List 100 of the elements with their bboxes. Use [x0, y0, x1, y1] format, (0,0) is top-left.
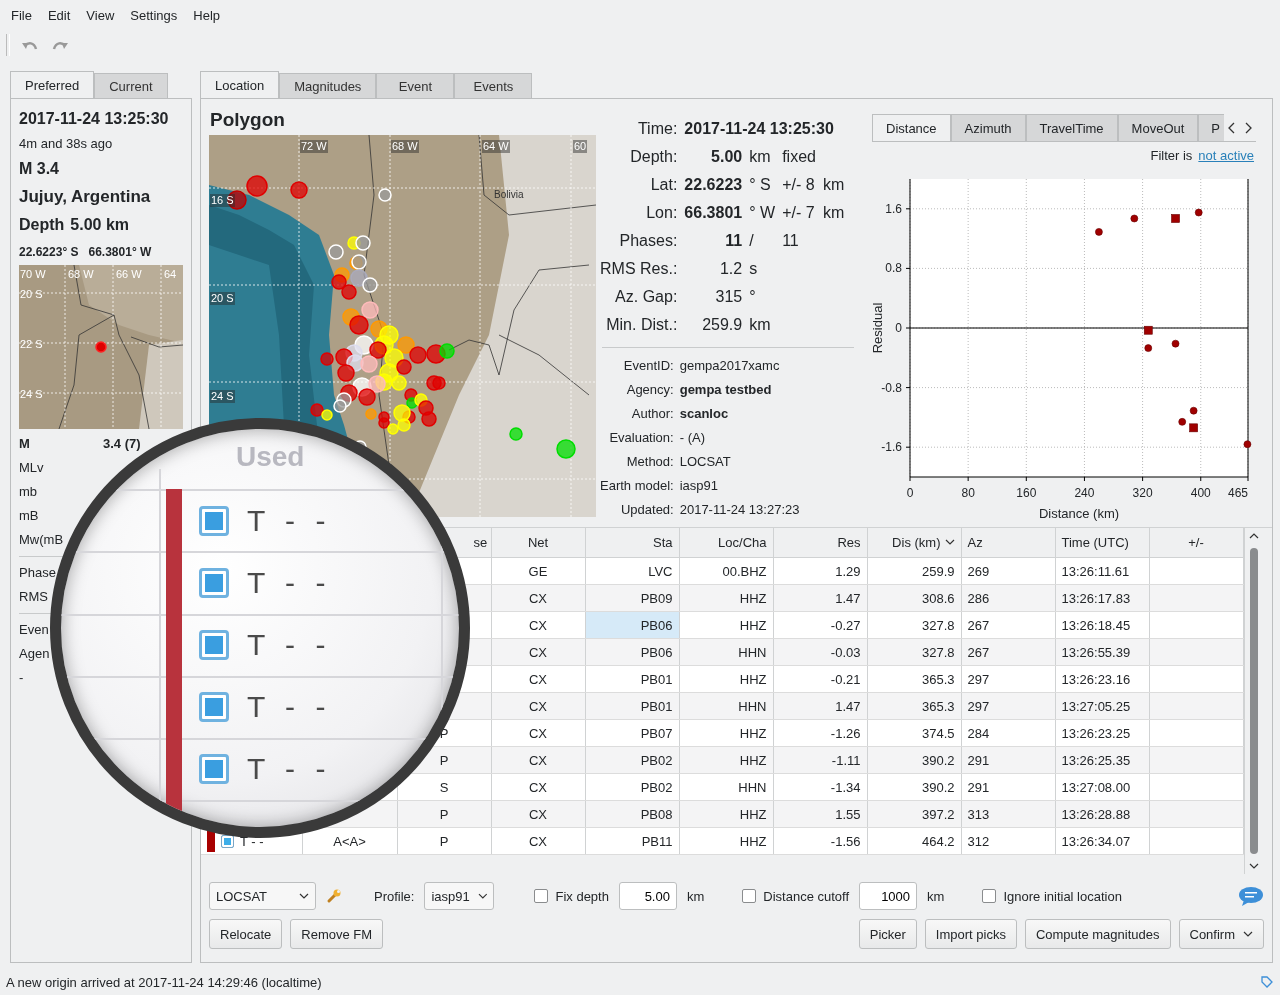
table-cell: HHN [679, 638, 773, 666]
table-cell: 267 [961, 611, 1055, 639]
table-cell: 312 [961, 827, 1055, 855]
magnitude-type: MLv [19, 459, 45, 477]
y-axis-title: Residual [870, 302, 885, 354]
plot-tab[interactable]: TravelTime [1025, 114, 1118, 141]
table-cell: CX [491, 638, 585, 666]
checkbox[interactable] [534, 889, 549, 903]
column-header[interactable]: se [473, 535, 488, 550]
data-point [1194, 208, 1203, 217]
longitude: 66.3801° W [88, 244, 152, 261]
column-header[interactable]: +/- [1188, 535, 1204, 550]
checkbox-label[interactable]: Ignore initial location [1003, 888, 1122, 904]
table-cell: A<A> [333, 833, 366, 849]
table-cell: HHN [679, 773, 773, 801]
table-cell: 464.2 [867, 827, 961, 855]
main-tab[interactable]: Magnitudes [279, 73, 377, 98]
table-cell: 1.55 [773, 800, 867, 828]
checkbox[interactable] [742, 889, 757, 903]
table-cell: 297 [961, 665, 1055, 693]
action-button[interactable]: Compute magnitudes [1024, 919, 1171, 949]
wrench-icon[interactable] [326, 888, 342, 904]
sort-caret-icon[interactable] [944, 539, 955, 546]
locator-dropdown[interactable]: LOCSAT [209, 882, 316, 910]
quality-label: RMS [19, 588, 49, 606]
field-unit: s [749, 260, 758, 277]
main-tab[interactable]: Location [200, 71, 280, 98]
menu-item[interactable]: File [3, 7, 40, 23]
plot-tab[interactable]: P [1198, 114, 1224, 141]
depth-label: Depth [19, 215, 65, 235]
column-header[interactable]: Res [837, 535, 861, 550]
y-tick-label: -0.8 [881, 380, 902, 395]
quality-label: Phase [19, 564, 57, 582]
latitude-label: 20 S [20, 288, 43, 300]
action-button[interactable]: Picker [858, 919, 917, 949]
main-tab[interactable]: Events [454, 73, 533, 98]
menu-item[interactable]: View [78, 7, 123, 23]
cutoff-field[interactable]: 1000 [859, 882, 918, 910]
table-cell: GE [491, 557, 585, 585]
field-label: RMS Res.: [600, 259, 678, 279]
field-unit: ° [749, 288, 756, 305]
magnified-flags: T - - [247, 504, 326, 538]
data-point [1130, 214, 1139, 223]
plot-tab[interactable]: Distance [872, 114, 951, 141]
detail-label: Agency: [625, 381, 674, 399]
column-header[interactable]: Sta [653, 535, 673, 550]
confirm-button[interactable]: Confirm [1178, 919, 1264, 949]
menu-item[interactable]: Settings [122, 7, 186, 23]
filter-link[interactable]: not active [1198, 148, 1254, 164]
field-error: +/- 8 [782, 176, 815, 193]
info-label: Agen [19, 645, 51, 663]
table-cell: P [439, 752, 449, 768]
chat-icon[interactable] [1238, 885, 1264, 907]
menu-item[interactable]: Edit [39, 7, 79, 23]
main-tab[interactable]: Event [376, 73, 455, 98]
checkbox-label[interactable]: Fix depth [555, 888, 609, 904]
scroll-down-icon[interactable] [1248, 862, 1259, 870]
flags: T - - [240, 833, 264, 849]
y-tick-label: 0 [895, 321, 902, 335]
field-unit: km [749, 316, 771, 333]
action-button[interactable]: Import picks [924, 919, 1017, 949]
table-cell: PB02 [585, 773, 679, 801]
field-unit: km [749, 148, 771, 165]
detail-value: scanloc [679, 405, 730, 423]
tag-icon [1260, 975, 1274, 989]
longitude-label: 64 [164, 268, 177, 280]
table-cell: 308.6 [867, 584, 961, 612]
table-cell: HHZ [679, 746, 773, 774]
profile-dropdown[interactable]: iasp91 [424, 882, 495, 910]
menu-item[interactable]: Help [185, 7, 229, 23]
action-button[interactable]: Relocate [209, 919, 283, 949]
detail-value: gempa2017xamc [679, 357, 781, 375]
longitude-label: 60 [573, 140, 588, 153]
plot-tab[interactable]: Azimuth [950, 114, 1026, 141]
detail-label: Updated: [619, 501, 674, 519]
column-header[interactable]: Az [967, 535, 983, 550]
table-cell: P [439, 806, 449, 822]
detail-label: Earth model: [600, 477, 674, 495]
checkbox[interactable] [982, 889, 997, 903]
action-button[interactable]: Remove FM [290, 919, 384, 949]
panel-tab[interactable]: Current [94, 73, 168, 98]
table-cell: HHZ [679, 800, 773, 828]
used-checkbox[interactable] [221, 834, 234, 848]
column-header[interactable]: Net [527, 535, 549, 550]
field-unit: / [749, 232, 754, 249]
table-cell: PB06 [585, 638, 679, 666]
table-cell: 13:26:25.35 [1055, 746, 1149, 774]
table-cell: HHZ [679, 611, 773, 639]
table-cell: PB11 [585, 827, 679, 855]
panel-tab[interactable]: Preferred [10, 71, 95, 98]
table-cell: 1.29 [773, 557, 867, 585]
depth-value: 5.00 km [70, 215, 130, 235]
checkbox-label[interactable]: Distance cutoff [763, 888, 850, 904]
table-cell: PB06 [585, 611, 679, 639]
magnitude-value: 3.4 (7) [103, 435, 141, 453]
scroll-up-icon[interactable] [1248, 532, 1259, 540]
table-cell: 13:27:08.00 [1055, 773, 1149, 801]
plot-tab[interactable]: MoveOut [1117, 114, 1199, 141]
depth-field[interactable]: 5.00 [618, 882, 677, 910]
table-cell: 291 [961, 773, 1055, 801]
